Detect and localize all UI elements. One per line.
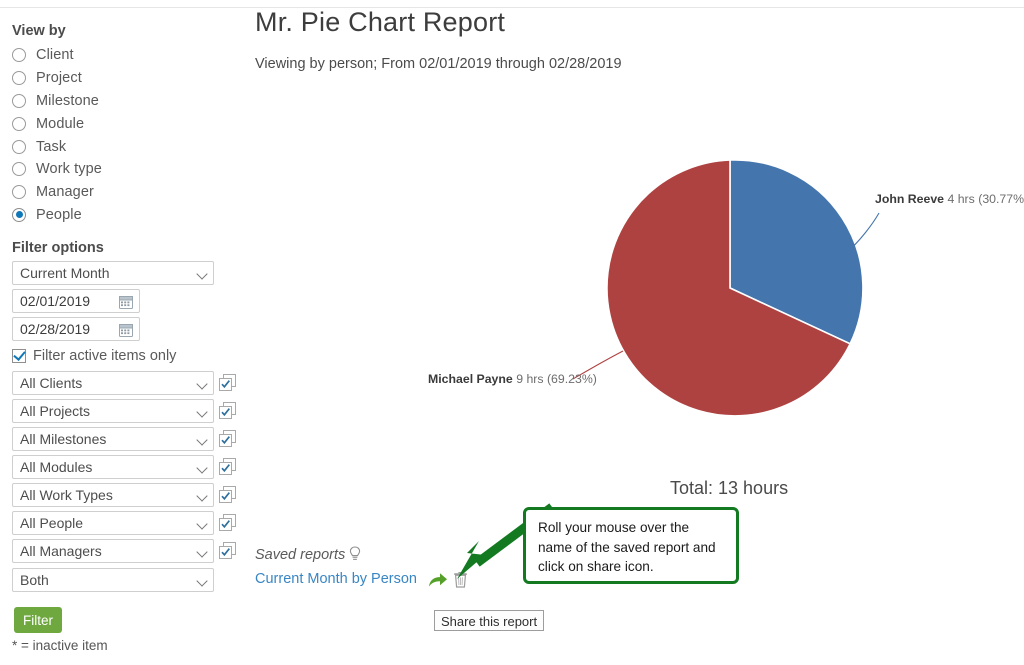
radio-icon [12,162,26,177]
radio-people[interactable]: People [12,204,232,227]
multi-select-clients-icon[interactable] [219,374,237,391]
active-items-checkbox[interactable]: Filter active items only [12,348,176,364]
multi-select-managers-icon[interactable] [219,542,237,559]
chevron-down-icon [196,462,208,474]
clients-select[interactable]: All Clients [12,371,214,395]
annotation-callout: Roll your mouse over the name of the sav… [523,507,739,584]
radio-label: Client [36,47,74,64]
pie-label-percent: (69.23%) [546,372,597,386]
period-select-value: Current Month [20,265,110,281]
lightbulb-icon[interactable] [348,546,362,563]
period-select[interactable]: Current Month [12,261,214,285]
view-by-radio-group: Client Project Milestone Module Task Wor… [12,44,232,226]
radio-icon-selected [12,207,26,222]
chevron-down-icon [196,575,208,587]
filter-options-heading: Filter options [12,240,104,256]
pie-label-value: 4 hrs [947,192,975,206]
pie-label-name: John Reeve [875,192,945,206]
share-tooltip: Share this report [434,610,545,631]
billable-select-value: Both [20,572,49,588]
date-from-input[interactable]: 02/01/2019 [12,289,140,313]
radio-module[interactable]: Module [12,112,232,135]
saved-report-link[interactable]: Current Month by Person [255,571,417,587]
page-subtitle: Viewing by person; From 02/01/2019 throu… [255,56,622,72]
sidebar: View by Client Project Milestone Module … [0,0,245,665]
annotation-text: Roll your mouse over the name of the sav… [538,520,716,574]
multi-select-milestones-icon[interactable] [219,430,237,447]
chevron-down-icon [196,490,208,502]
chevron-down-icon [196,268,208,280]
radio-label: Work type [36,161,102,178]
radio-icon [12,93,26,108]
pie-label-name: Michael Payne [428,372,513,386]
multi-select-modules-icon[interactable] [219,458,237,475]
pie-label-john-reeve: John Reeve 4 hrs (30.77%) [875,192,1024,206]
radio-label: Milestone [36,92,99,109]
radio-milestone[interactable]: Milestone [12,90,232,113]
radio-work-type[interactable]: Work type [12,158,232,181]
share-icon[interactable] [428,572,448,588]
pie-chart: John Reeve 4 hrs (30.77%) Michael Payne … [255,100,1024,460]
checkbox-icon [12,349,26,363]
chevron-down-icon [196,434,208,446]
radio-icon [12,71,26,86]
radio-icon [12,185,26,200]
multi-select-projects-icon[interactable] [219,402,237,419]
modules-select-value: All Modules [20,459,93,475]
chart-total: Total: 13 hours [670,478,789,498]
radio-label: Manager [36,184,94,201]
radio-label: People [36,206,82,223]
people-select[interactable]: All People [12,511,214,535]
pie-label-value: 9 hrs [516,372,544,386]
date-from-value: 02/01/2019 [20,293,91,309]
inactive-item-note: * = inactive item [12,638,108,653]
chevron-down-icon [196,518,208,530]
milestones-select-value: All Milestones [20,431,107,447]
radio-icon [12,116,26,131]
radio-client[interactable]: Client [12,44,232,67]
trash-icon[interactable] [453,571,468,588]
multi-select-work-types-icon[interactable] [219,486,237,503]
projects-select-value: All Projects [20,403,91,419]
date-to-value: 02/28/2019 [20,321,91,337]
chevron-down-icon [196,378,208,390]
modules-select[interactable]: All Modules [12,455,214,479]
clients-select-value: All Clients [20,375,83,391]
managers-select-value: All Managers [20,543,102,559]
chevron-down-icon [196,546,208,558]
managers-select[interactable]: All Managers [12,539,214,563]
radio-icon [12,139,26,154]
radio-label: Module [36,115,85,132]
calendar-icon[interactable] [119,323,133,337]
work-types-select-value: All Work Types [20,487,113,503]
radio-project[interactable]: Project [12,67,232,90]
active-items-label: Filter active items only [33,348,177,364]
multi-select-people-icon[interactable] [219,514,237,531]
pie-label-michael-payne: Michael Payne 9 hrs (69.23%) [428,372,597,386]
radio-manager[interactable]: Manager [12,181,232,204]
pie-chart-svg [572,159,880,417]
work-types-select[interactable]: All Work Types [12,483,214,507]
chevron-down-icon [196,406,208,418]
radio-label: Task [36,138,67,155]
filter-button[interactable]: Filter [14,607,62,633]
date-to-input[interactable]: 02/28/2019 [12,317,140,341]
people-select-value: All People [20,515,84,531]
billable-select[interactable]: Both [12,568,214,592]
radio-label: Project [36,70,82,87]
saved-reports-heading: Saved reports [255,547,346,563]
calendar-icon[interactable] [119,295,133,309]
milestones-select[interactable]: All Milestones [12,427,214,451]
radio-task[interactable]: Task [12,135,232,158]
projects-select[interactable]: All Projects [12,399,214,423]
radio-icon [12,48,26,63]
pie-label-percent: (30.77%) [978,192,1024,206]
view-by-heading: View by [12,23,66,39]
page-title: Mr. Pie Chart Report [255,7,506,37]
